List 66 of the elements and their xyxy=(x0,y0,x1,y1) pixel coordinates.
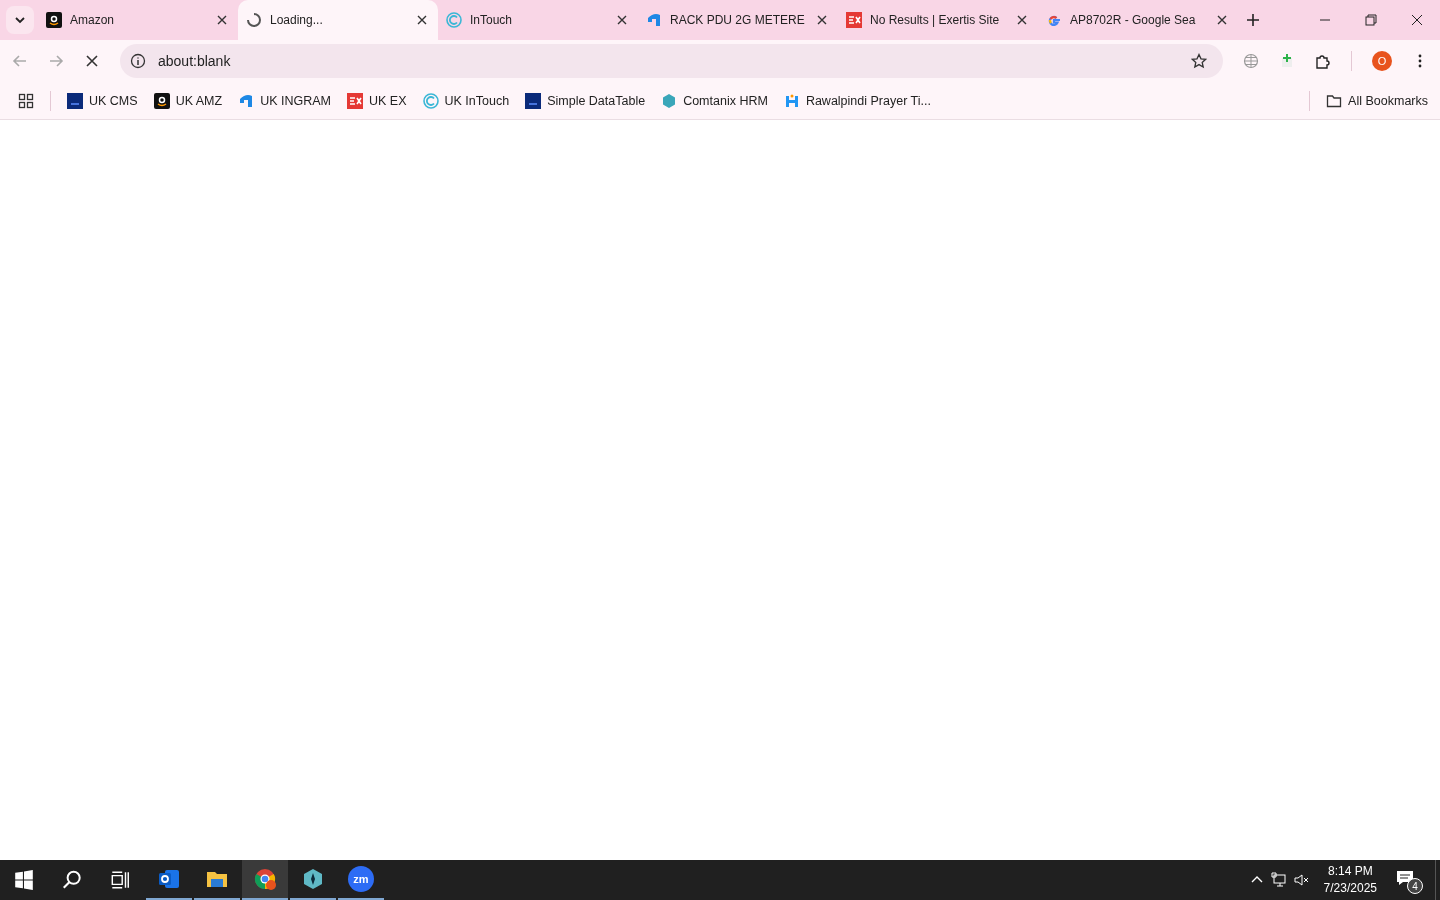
bookmark-item[interactable]: UK CMS xyxy=(67,92,138,109)
circle-c-icon xyxy=(422,92,439,109)
tab-title: Amazon xyxy=(70,13,116,27)
network-icon[interactable] xyxy=(1270,872,1287,888)
amazon-icon xyxy=(46,12,62,28)
tab-title: AP8702R - Google Sea xyxy=(1070,13,1197,27)
windows-start-icon[interactable] xyxy=(13,869,35,891)
url-text: about:blank xyxy=(158,53,232,69)
bookmark-item[interactable]: UK EX xyxy=(347,92,407,109)
task-view-icon[interactable] xyxy=(109,869,131,891)
browser-tab[interactable]: Loading... xyxy=(238,0,438,40)
close-window-icon[interactable] xyxy=(1411,14,1423,26)
tab-title: InTouch xyxy=(470,13,514,27)
all-bookmarks-button[interactable]: All Bookmarks xyxy=(1326,92,1428,109)
close-tab-icon[interactable] xyxy=(417,15,427,25)
bookmark-item[interactable]: UK InTouch xyxy=(422,92,510,109)
browser-tab[interactable]: RACK PDU 2G METERE xyxy=(638,0,838,40)
notification-count: 4 xyxy=(1407,878,1423,894)
tab-title: RACK PDU 2G METERE xyxy=(670,13,806,27)
close-tab-icon[interactable] xyxy=(617,15,627,25)
circle-c-icon xyxy=(446,12,462,28)
tab-search-button[interactable] xyxy=(6,6,34,34)
bookmark-item[interactable]: Comtanix HRM xyxy=(661,92,768,109)
square-logo-icon xyxy=(67,92,83,109)
apps-grid-icon[interactable] xyxy=(18,92,34,109)
chrome-icon xyxy=(253,867,277,891)
search-icon[interactable] xyxy=(61,869,83,891)
folder-icon xyxy=(1326,92,1343,109)
chevron-down-icon xyxy=(14,14,26,26)
profile-avatar[interactable]: O xyxy=(1372,51,1392,71)
info-icon[interactable] xyxy=(130,53,146,69)
bookmark-item[interactable]: Simple DataTable xyxy=(525,92,646,109)
hexagon-icon xyxy=(661,92,678,109)
close-tab-icon[interactable] xyxy=(217,15,227,25)
loading-spinner-icon xyxy=(246,12,262,28)
taskbar-app[interactable] xyxy=(242,860,288,900)
h-shape-icon xyxy=(783,92,800,109)
zoom-app-icon: zm xyxy=(348,866,374,892)
speaker-muted-icon[interactable] xyxy=(1292,872,1309,888)
mail-app-icon xyxy=(157,867,181,891)
taskbar-app[interactable]: zm xyxy=(338,860,384,900)
close-tab-icon[interactable] xyxy=(1017,15,1027,25)
bookmark-item[interactable]: UK INGRAM xyxy=(238,92,331,109)
bookmark-star-icon[interactable] xyxy=(1191,53,1207,69)
stop-icon[interactable] xyxy=(84,53,100,69)
hexagon-app-icon xyxy=(301,867,325,891)
tab-title: Loading... xyxy=(270,13,324,27)
close-tab-icon[interactable] xyxy=(1217,15,1227,25)
square-logo-icon xyxy=(525,92,542,109)
amazon-icon xyxy=(153,92,170,109)
new-tab-icon[interactable] xyxy=(1246,13,1260,27)
globe-icon[interactable] xyxy=(1243,53,1259,69)
browser-tab[interactable]: AP8702R - Google Sea xyxy=(1038,0,1238,40)
bookmark-item[interactable]: UK AMZ xyxy=(153,92,223,109)
tab-title: No Results | Exertis Site xyxy=(870,13,1001,27)
puzzle-icon[interactable] xyxy=(1315,53,1331,69)
browser-tab[interactable]: No Results | Exertis Site xyxy=(838,0,1038,40)
clock-time: 8:14 PM xyxy=(1327,863,1373,880)
bookmark-item[interactable]: Rawalpindi Prayer Ti... xyxy=(783,92,931,109)
clock-date: 7/23/2025 xyxy=(1323,880,1377,897)
browser-tab[interactable]: Amazon xyxy=(38,0,238,40)
restore-icon[interactable] xyxy=(1365,14,1377,26)
plus-extension-icon[interactable] xyxy=(1279,53,1295,69)
address-bar[interactable]: about:blank xyxy=(120,44,1223,78)
browser-tab[interactable]: InTouch xyxy=(438,0,638,40)
close-tab-icon[interactable] xyxy=(817,15,827,25)
